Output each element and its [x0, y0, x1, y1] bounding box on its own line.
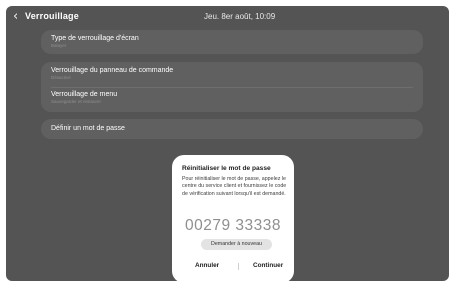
control-panel-lock-row[interactable]: Verrouillage du panneau de commande Désa… [51, 67, 413, 80]
button-separator [238, 263, 239, 270]
dialog-message: Pour réinitialiser le mot de passe, appe… [182, 176, 287, 197]
set-password-row[interactable]: Définir un mot de passe [51, 125, 413, 132]
control-panel-lock-value: Désactivé [51, 75, 71, 80]
dialog-actions: Annuler Continuer [172, 262, 294, 274]
set-password-title: Définir un mot de passe [51, 125, 125, 132]
lock-screen-type-title: Type de verrouillage d'écran [51, 35, 139, 42]
request-again-button[interactable]: Demander à nouveau [201, 239, 272, 250]
menu-lock-row[interactable]: Verrouillage de menu Sauvegarder et rest… [51, 91, 413, 104]
lock-screen-type-value: Balayer [51, 43, 67, 48]
reset-password-dialog: Réinitialiser le mot de passe Pour réini… [172, 155, 294, 281]
control-panel-lock-title: Verrouillage du panneau de commande [51, 67, 174, 74]
cancel-button[interactable]: Annuler [195, 262, 219, 269]
chevron-left-icon[interactable]: ‹ [13, 9, 18, 25]
lock-options-card: Verrouillage du panneau de commande Désa… [41, 62, 423, 112]
settings-screen: ‹ Verrouillage Jeu. 8er août, 10:09 Type… [6, 6, 449, 281]
continue-button[interactable]: Continuer [253, 262, 283, 269]
menu-lock-value: Sauvegarder et restaurer [51, 99, 102, 104]
verification-code: 00279 33338 [184, 217, 281, 234]
dialog-title: Réinitialiser le mot de passe [182, 165, 271, 172]
menu-lock-title: Verrouillage de menu [51, 91, 118, 98]
date-time: Jeu. 8er août, 10:09 [204, 12, 276, 21]
set-password-card[interactable]: Définir un mot de passe [41, 119, 423, 139]
screen-title: Verrouillage [25, 11, 79, 21]
lock-screen-type-card[interactable]: Type de verrouillage d'écran Balayer [41, 30, 423, 54]
lock-screen-type-row[interactable]: Type de verrouillage d'écran Balayer [51, 35, 413, 48]
row-divider [51, 87, 413, 88]
top-bar: ‹ Verrouillage Jeu. 8er août, 10:09 [6, 6, 449, 30]
